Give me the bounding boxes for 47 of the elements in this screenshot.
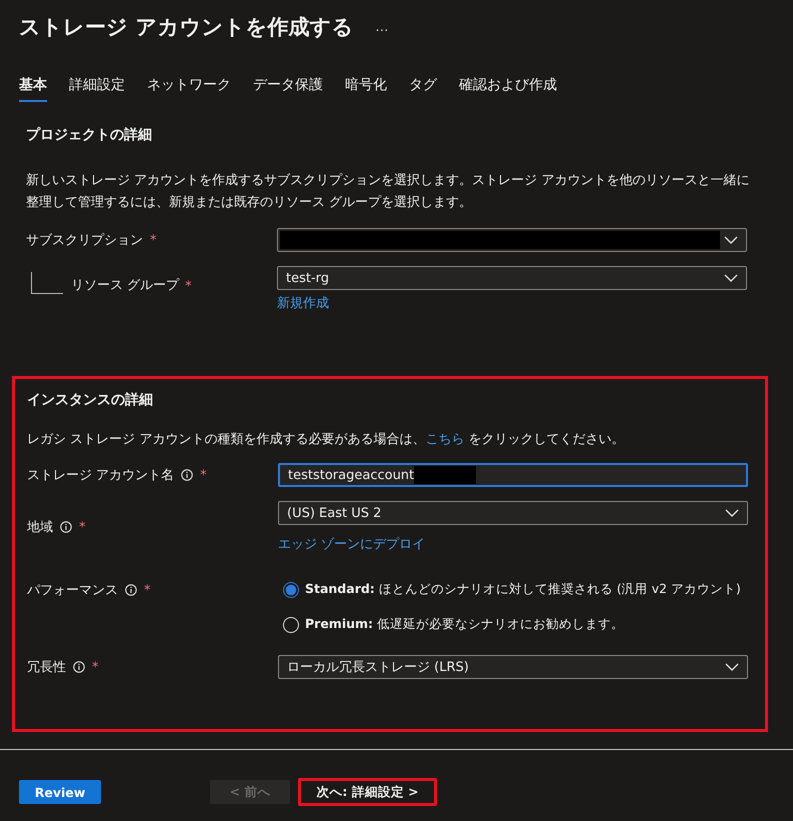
tab[interactable]: 確認および作成 [459, 76, 557, 102]
info-icon[interactable] [60, 521, 72, 533]
region-dropdown[interactable]: (US) East US 2 [278, 501, 748, 525]
here-link[interactable]: こちら [425, 432, 464, 447]
field-label: 地域 [27, 519, 53, 536]
field-label: ストレージ アカウント名 [27, 467, 174, 484]
chevron-down-icon [724, 274, 738, 282]
tree-connector [31, 272, 63, 294]
description-text: レガシ ストレージ アカウントの種類を作成する必要がある場合は、こちら をクリックしてください。 [27, 431, 626, 449]
chevron-down-icon [724, 236, 738, 244]
account-name-field[interactable]: teststorageaccount [278, 463, 748, 487]
description-text: 新しいストレージ アカウントを作成するサブスクリプションを選択します。ストレージ アカウントを他のリソースと一緒に整理して管理するには、新規または既存のリソース グループを選択します。 [26, 172, 750, 212]
radio-label: Premium: 低遅延が必要なシナリオにお勧めします。 [305, 616, 624, 633]
tab[interactable]: 詳細設定 [69, 76, 125, 102]
info-icon[interactable] [125, 584, 137, 596]
info-icon[interactable] [73, 661, 85, 673]
resource-group-dropdown[interactable]: test-rg [277, 266, 747, 290]
required-asterisk: * [150, 232, 156, 248]
next-button[interactable]: 次へ: 詳細設定 > [298, 778, 437, 806]
required-asterisk: * [200, 468, 207, 482]
page-title: ストレージ アカウントを作成する [19, 14, 354, 41]
redundancy-dropdown[interactable]: ローカル冗長ストレージ (LRS) [278, 655, 748, 679]
tab[interactable]: タグ [409, 76, 437, 102]
tab[interactable]: データ保護 [253, 76, 323, 102]
tab[interactable]: 基本 [19, 76, 47, 102]
review-button[interactable]: Review [19, 780, 101, 804]
more-button[interactable]: … [375, 20, 388, 34]
chevron-down-icon [725, 509, 739, 517]
field-label: パフォーマンス [27, 582, 118, 599]
create-new-link[interactable]: 新規作成 [277, 294, 747, 312]
tab[interactable]: 暗号化 [345, 76, 387, 102]
tab[interactable]: ネットワーク [147, 76, 231, 102]
section-heading: インスタンスの詳細 [27, 391, 154, 409]
required-asterisk: * [185, 279, 192, 294]
chevron-down-icon [725, 663, 739, 671]
edge-zone-link[interactable]: エッジ ゾーンにデプロイ [278, 535, 748, 553]
required-asterisk: * [92, 660, 98, 674]
required-asterisk: * [79, 520, 86, 534]
required-asterisk: * [144, 582, 150, 598]
field-label: 冗長性 [27, 659, 66, 676]
subscription-dropdown[interactable] [277, 228, 747, 252]
radio-label: Standard: ほとんどのシナリオに対して推奨される (汎用 v2 アカウント) [305, 581, 741, 598]
radio-button[interactable] [283, 582, 299, 598]
field-label: サブスクリプション [26, 232, 143, 249]
field-label: リソース グループ [71, 277, 180, 294]
section-heading: プロジェクトの詳細 [26, 126, 153, 144]
info-icon[interactable] [181, 469, 194, 481]
